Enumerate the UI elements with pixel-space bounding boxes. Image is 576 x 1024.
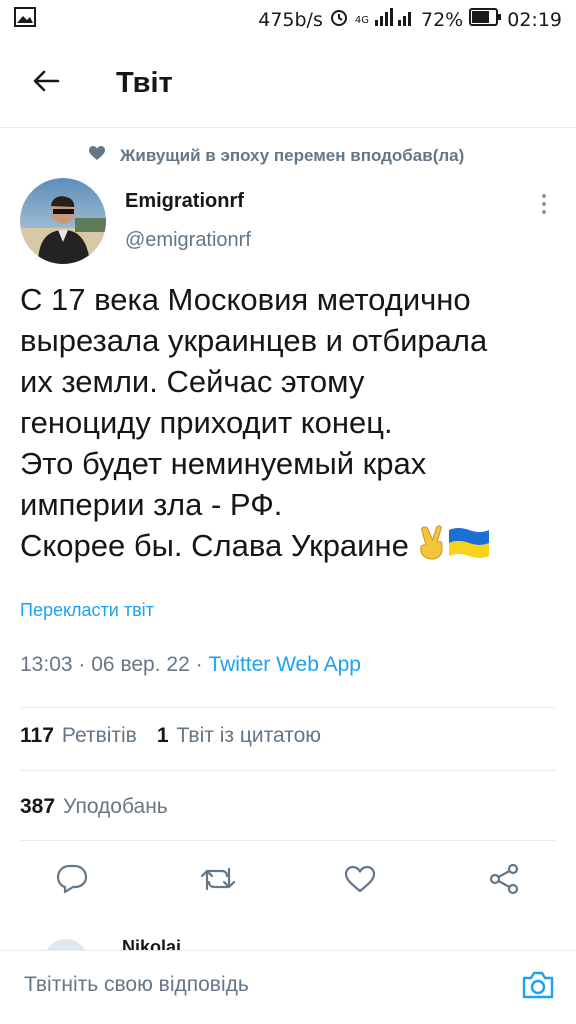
reply-button[interactable] xyxy=(48,853,96,909)
quotes-count: 1 xyxy=(156,724,169,747)
victory-hand-icon xyxy=(417,525,447,571)
tweet-line: С 17 века Московия методично xyxy=(20,282,471,317)
battery-percent: 72% xyxy=(421,9,464,31)
likes-count: 387 xyxy=(20,795,56,818)
retweet-button[interactable] xyxy=(194,853,242,909)
translate-tweet-link[interactable]: Перекласти твіт xyxy=(20,600,154,621)
social-context[interactable]: Живущий в эпоху перемен вподобав(ла) xyxy=(88,145,464,166)
share-icon xyxy=(488,863,520,900)
tweet-line: Скорее бы. Слава Украине xyxy=(20,528,409,564)
retweets-label: Ретвітів xyxy=(61,724,137,747)
back-button[interactable] xyxy=(14,52,78,116)
tweet-line: геноциду приходит конец. xyxy=(20,405,393,440)
divider xyxy=(20,707,556,708)
author-name[interactable]: Emigrationrf xyxy=(125,190,244,213)
meta-separator: · xyxy=(78,653,86,676)
reply-bar: Твітніть свою відповідь xyxy=(0,950,576,1024)
divider xyxy=(20,840,556,841)
more-options-button[interactable] xyxy=(532,190,556,218)
meta-separator: · xyxy=(195,653,203,676)
social-context-text: Живущий в эпоху перемен вподобав(ла) xyxy=(120,145,465,165)
tweet-line: Это будет неминуемый крах xyxy=(20,446,427,481)
image-icon xyxy=(14,7,36,33)
tweet-line: их земли. Сейчас этому xyxy=(20,364,365,399)
quotes-label: Твіт із цитатою xyxy=(176,724,322,747)
retweets-stat[interactable]: 117 Ретвітів xyxy=(20,724,137,748)
retweet-icon xyxy=(200,865,236,898)
ukraine-flag-icon xyxy=(447,526,491,570)
page-title: Твіт xyxy=(116,67,173,99)
likes-stat[interactable]: 387 Уподобань xyxy=(20,795,168,819)
retweets-count: 117 xyxy=(20,724,54,747)
network-type: 4G xyxy=(354,14,369,26)
net-speed: 475b/s xyxy=(258,9,323,31)
tweet-line: вырезала украинцев и отбирала xyxy=(20,323,488,358)
camera-button[interactable] xyxy=(518,967,558,1007)
clock: 02:19 xyxy=(507,9,562,31)
more-dot xyxy=(542,194,546,198)
arrow-left-icon xyxy=(32,69,60,98)
alarm-icon xyxy=(329,7,349,33)
tweet-line-last: Скорее бы. Слава Украине xyxy=(20,525,565,571)
tweet-text: С 17 века Московия методично вырезала ук… xyxy=(20,279,565,571)
app-header: Твіт xyxy=(0,40,576,128)
battery-icon xyxy=(469,8,502,32)
more-dot xyxy=(542,210,546,214)
signal-icon xyxy=(375,7,415,33)
like-icon xyxy=(344,865,376,898)
quotes-stat[interactable]: 1 Твіт із цитатою xyxy=(157,724,321,748)
status-bar: 475b/s 4G 72% 02:19 xyxy=(0,0,576,40)
like-stats: 387 Уподобань xyxy=(20,795,188,819)
tweet-line: империи зла - РФ. xyxy=(20,487,283,522)
heart-icon xyxy=(88,145,106,166)
more-dot xyxy=(542,202,546,206)
tweet-time: 13:03 xyxy=(20,653,73,676)
tweet-meta: 13:03 · 06 вер. 22 · Twitter Web App xyxy=(20,653,361,677)
like-button[interactable] xyxy=(336,853,384,909)
avatar[interactable] xyxy=(20,178,106,264)
tweet-date: 06 вер. 22 xyxy=(91,653,190,676)
divider xyxy=(20,770,556,771)
camera-icon xyxy=(521,970,555,1005)
tweet-source-link[interactable]: Twitter Web App xyxy=(208,653,361,676)
tweet-actions xyxy=(0,853,576,909)
reply-icon xyxy=(56,864,88,899)
likes-label: Уподобань xyxy=(63,795,168,818)
reply-input[interactable]: Твітніть свою відповідь xyxy=(24,973,249,997)
author-handle[interactable]: @emigrationrf xyxy=(125,229,251,252)
share-button[interactable] xyxy=(480,853,528,909)
retweet-stats: 117 Ретвітів 1 Твіт із цитатою xyxy=(20,724,341,748)
